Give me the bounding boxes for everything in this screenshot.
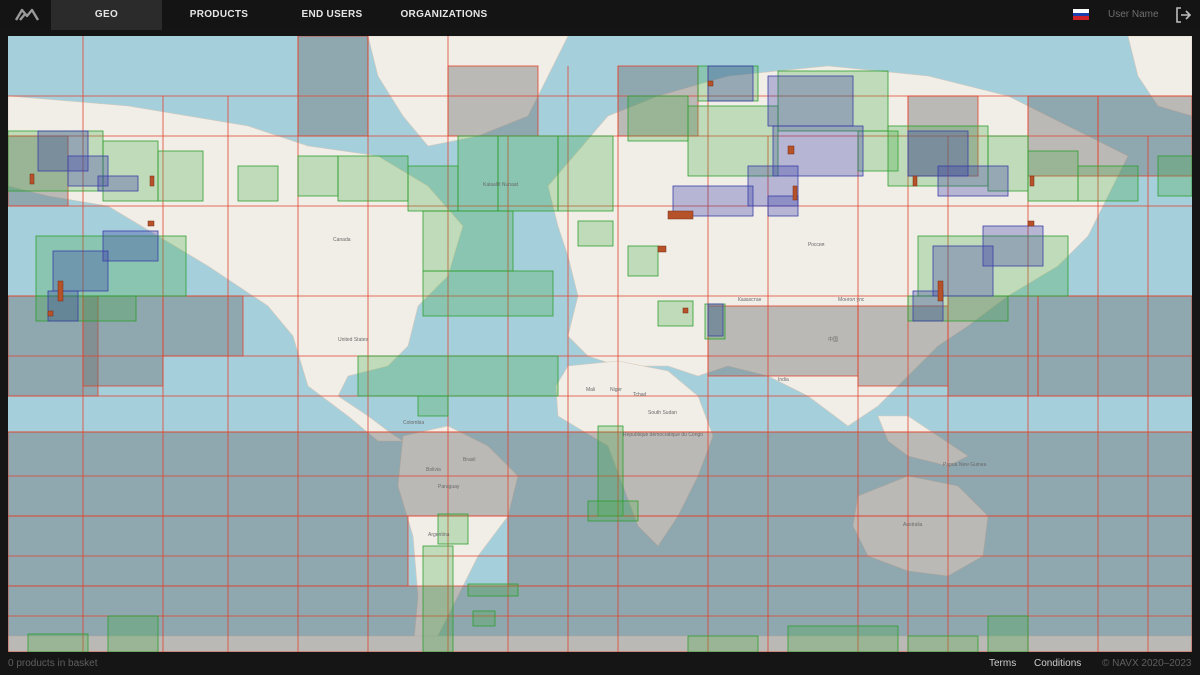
map-label-chad: Tchad: [633, 392, 647, 398]
green-tile: [907, 635, 979, 652]
map-label-mongolia: Монгол улс: [838, 297, 865, 303]
blue-tile: [97, 175, 139, 192]
green-tile: [577, 220, 614, 247]
marker: [912, 175, 918, 187]
green-tile: [357, 355, 559, 397]
top-navigation-bar: GEO PRODUCTS END USERS ORGANIZATIONS Use…: [0, 0, 1200, 30]
map-label-south-sudan: South Sudan: [648, 410, 677, 416]
blue-tile: [707, 303, 724, 337]
marker: [682, 307, 689, 314]
green-tile: [587, 500, 639, 522]
map-canvas[interactable]: Kalaallit Nunaat Canada United States Ро…: [8, 36, 1192, 652]
status-bar: 0 products in basket Terms Conditions © …: [0, 653, 1200, 675]
green-tile: [237, 165, 279, 202]
green-tile: [297, 155, 339, 197]
green-tile: [467, 583, 519, 597]
marker: [787, 145, 795, 155]
conditions-link[interactable]: Conditions: [1034, 658, 1081, 669]
green-tile: [437, 513, 469, 545]
copyright-text: © NAVX 2020–2023: [1102, 658, 1192, 669]
map-label-niger: Niger: [610, 387, 622, 393]
green-tile: [497, 135, 559, 212]
marker: [1027, 220, 1035, 227]
navx-logo-icon[interactable]: [14, 6, 40, 24]
map-label-colombia: Colombia: [403, 420, 424, 426]
tab-geo[interactable]: GEO: [51, 0, 162, 30]
green-tile: [107, 615, 159, 652]
green-tile: [422, 210, 514, 272]
marker: [1029, 175, 1035, 187]
marker: [937, 280, 944, 302]
map-label-kalaallit: Kalaallit Nunaat: [483, 182, 519, 188]
overlay-cell: [507, 515, 1192, 587]
marker: [792, 185, 798, 201]
green-tile: [687, 105, 779, 177]
green-tile: [102, 140, 159, 202]
overlay-cell: [1037, 295, 1192, 397]
marker: [147, 220, 155, 227]
marker: [57, 280, 64, 302]
tab-end-users[interactable]: END USERS: [286, 0, 378, 30]
map-label-india: India: [778, 377, 789, 383]
green-tile: [472, 610, 496, 627]
green-tile: [557, 135, 614, 212]
green-tile: [422, 270, 554, 317]
green-tile: [657, 300, 694, 327]
map-label-china: 中国: [828, 336, 838, 343]
map-label-paraguay: Paraguay: [438, 484, 460, 490]
green-tile: [407, 165, 459, 212]
overlay-cell: [8, 515, 409, 587]
map-label-mali: Mali: [586, 387, 595, 393]
map-label-kazakhstan: Казахстан: [738, 297, 762, 303]
map-label-papua: Papua New Guinea: [943, 462, 987, 468]
blue-tile: [982, 225, 1044, 267]
green-tile: [627, 245, 659, 277]
green-tile: [1077, 165, 1139, 202]
map-label-bolivia: Bolivia: [426, 467, 441, 473]
green-tile: [987, 615, 1029, 652]
map-label-russia: Россия: [808, 242, 825, 248]
green-tile: [1157, 155, 1192, 197]
marker: [667, 210, 694, 220]
green-tile: [1027, 150, 1079, 202]
green-tile: [627, 95, 689, 142]
map-label-united-states: United States: [338, 337, 369, 343]
tab-products[interactable]: PRODUCTS: [172, 0, 266, 30]
green-tile: [457, 135, 499, 212]
russia-flag-icon[interactable]: [1073, 9, 1089, 20]
green-tile: [422, 545, 454, 652]
marker: [657, 245, 667, 253]
map-label-australia: Australia: [903, 522, 923, 528]
blue-tile: [102, 230, 159, 262]
terms-link[interactable]: Terms: [989, 658, 1016, 669]
overlay-cell: [297, 36, 369, 137]
map-label-canada: Canada: [333, 237, 351, 243]
blue-tile: [767, 75, 854, 127]
green-tile: [417, 395, 449, 417]
green-tile: [157, 150, 204, 202]
marker: [29, 173, 35, 185]
tab-organizations[interactable]: ORGANIZATIONS: [396, 0, 492, 30]
green-tile: [787, 625, 899, 652]
map-label-argentina: Argentina: [428, 532, 450, 538]
map-label-brasil: Brasil: [463, 457, 476, 463]
marker: [149, 175, 155, 187]
green-tile: [687, 635, 759, 652]
overlay-cell: [447, 65, 539, 137]
marker: [47, 310, 54, 317]
blue-tile: [707, 65, 754, 102]
world-map[interactable]: Kalaallit Nunaat Canada United States Ро…: [8, 36, 1192, 652]
overlay-cell: [162, 295, 244, 357]
map-label-drc: République démocratique du Congo: [623, 432, 703, 438]
blue-tile: [937, 165, 1009, 197]
user-name[interactable]: User Name: [1108, 0, 1159, 30]
logout-icon[interactable]: [1174, 6, 1192, 24]
marker: [707, 80, 714, 87]
green-tile: [27, 633, 89, 652]
basket-count: 0 products in basket: [8, 658, 98, 669]
green-tile: [337, 155, 409, 202]
